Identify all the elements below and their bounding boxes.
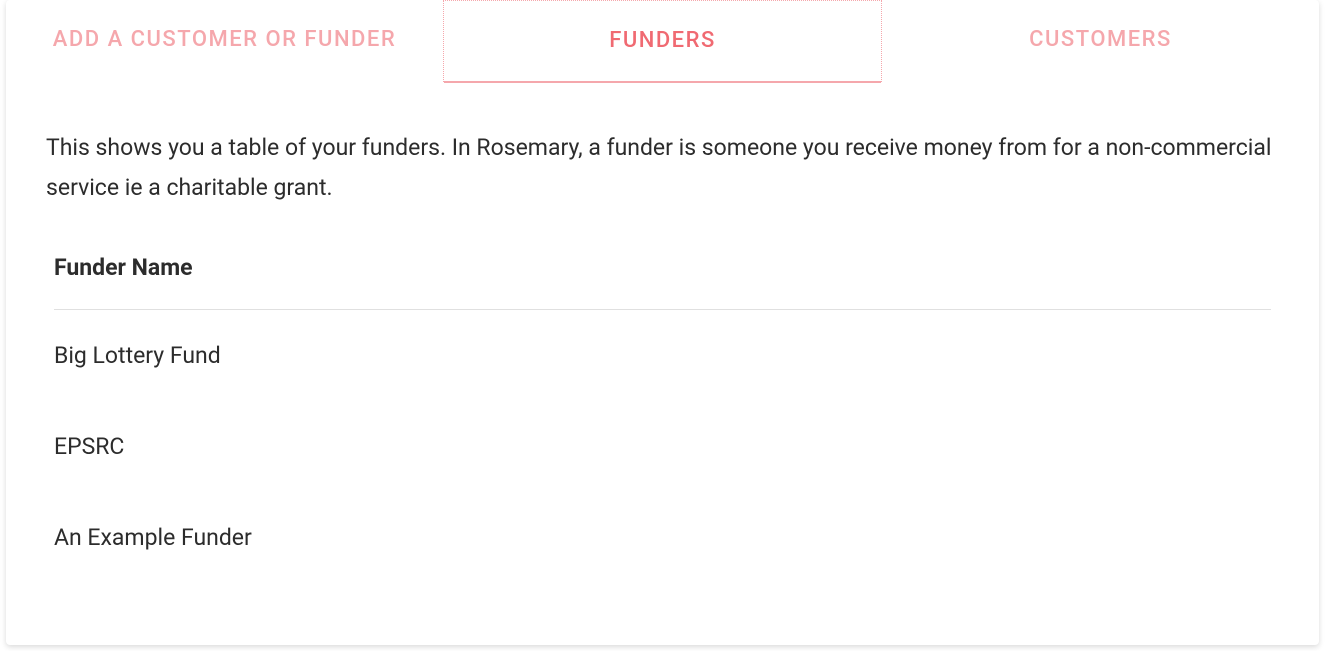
tab-funders[interactable]: FUNDERS: [443, 0, 882, 82]
funder-name-cell: An Example Funder: [54, 524, 252, 551]
tab-add-customer-or-funder[interactable]: ADD A CUSTOMER OR FUNDER: [6, 0, 443, 82]
funders-panel: ADD A CUSTOMER OR FUNDER FUNDERS CUSTOME…: [6, 0, 1319, 645]
funders-table: Funder Name Big Lottery Fund EPSRC An Ex…: [46, 254, 1279, 583]
table-row[interactable]: EPSRC: [54, 401, 1271, 492]
funders-description: This shows you a table of your funders. …: [46, 128, 1279, 209]
tab-label: CUSTOMERS: [1029, 27, 1172, 52]
tab-content: This shows you a table of your funders. …: [6, 83, 1319, 603]
tab-bar: ADD A CUSTOMER OR FUNDER FUNDERS CUSTOME…: [6, 0, 1319, 83]
funder-name-cell: EPSRC: [54, 433, 124, 460]
table-row[interactable]: Big Lottery Fund: [54, 310, 1271, 401]
tab-label: ADD A CUSTOMER OR FUNDER: [53, 27, 396, 52]
table-row[interactable]: An Example Funder: [54, 492, 1271, 583]
table-column-header: Funder Name: [54, 254, 1271, 310]
funder-name-cell: Big Lottery Fund: [54, 342, 221, 369]
tab-label: FUNDERS: [609, 28, 716, 53]
tab-customers[interactable]: CUSTOMERS: [882, 0, 1319, 82]
